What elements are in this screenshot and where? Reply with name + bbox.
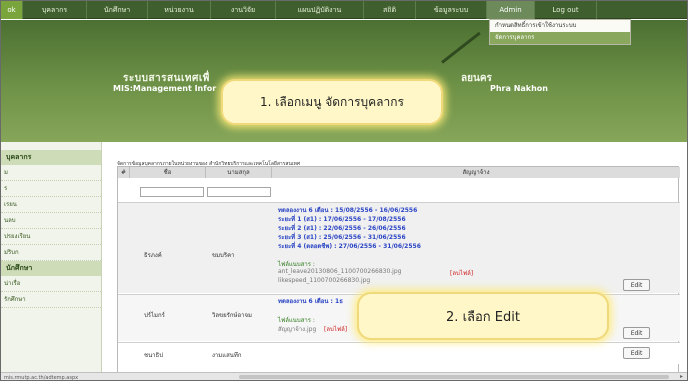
column-header-lastname: นามสกุล <box>206 167 272 178</box>
attachment-file-link[interactable]: ant_leave20130806_1100700266830.jpg <box>278 268 401 275</box>
sidebar-item[interactable]: เรยน <box>1 197 101 213</box>
attachment-file-link[interactable]: likespeed_1100700266830.jpg <box>278 277 370 284</box>
row-firstname: ปร์ไมกร์ <box>144 312 165 319</box>
nav-system-info[interactable]: ข้อมูลระบบ <box>416 1 487 19</box>
column-header-index: # <box>118 167 130 178</box>
delete-file-link[interactable]: [ลบไฟล์] <box>324 324 347 334</box>
row-lastname: วิลขยรักษ์อาจม <box>212 312 252 319</box>
banner-subtitle-right: Phra Nakhon <box>490 84 548 93</box>
step1-callout: 1. เลือกเมนู จัดการบุคลากร <box>221 79 443 125</box>
browser-window: ok บุคลากร นักศึกษา หน่วยงาน งานวิจัย แผ… <box>0 0 688 381</box>
column-header-firstname: ชื่อ <box>130 167 206 178</box>
row-lastname: ขมบริคา <box>212 252 235 259</box>
row-firstname: ชนาธิป <box>144 352 164 359</box>
menu-item-manage-personnel[interactable]: จัดการบุคลากร <box>490 32 630 44</box>
admin-dropdown-menu: กำหนดสิทธิ์การเข้าใช้งานระบบ จัดการบุคลา… <box>489 19 631 45</box>
scroll-right-icon[interactable]: ▸ <box>680 373 683 380</box>
table-row <box>118 342 680 364</box>
edit-button[interactable]: Edit <box>623 327 650 339</box>
top-nav-bar: ok บุคลากร นักศึกษา หน่วยงาน งานวิจัย แผ… <box>1 1 687 19</box>
filter-lastname-input[interactable] <box>207 187 271 197</box>
menu-item-access-rights[interactable]: กำหนดสิทธิ์การเข้าใช้งานระบบ <box>490 20 630 32</box>
nav-statistics[interactable]: สถิติ <box>364 1 416 19</box>
contract-line: ทดลองงาน 6 เดือน : 1ธ <box>278 298 343 305</box>
sidebar-heading-students: นักศึกษา <box>1 261 101 276</box>
sidebar-item[interactable]: นลบ <box>1 213 101 229</box>
horizontal-scrollbar[interactable] <box>239 375 669 379</box>
nav-departments[interactable]: หน่วยงาน <box>148 1 211 19</box>
nav-students[interactable]: นักศึกษา <box>87 1 148 19</box>
nav-home[interactable]: ok <box>1 1 23 19</box>
column-header-contract: สัญญาจ้าง <box>272 167 680 178</box>
filter-firstname-input[interactable] <box>140 187 204 197</box>
sidebar-heading-personnel: บุคลากร <box>1 150 101 165</box>
edit-button[interactable]: Edit <box>623 279 650 291</box>
edit-button[interactable]: Edit <box>623 347 650 359</box>
sidebar-item[interactable]: น่าเรื่อ <box>1 276 101 292</box>
banner-subtitle: MIS:Management Infor <box>113 84 217 93</box>
attachment-file-link[interactable]: สัญญาจ้าง.jpg <box>278 324 316 334</box>
sidebar: บุคลากร ม ร เรยน นลบ ปรยงเรียน ม่ริบก นั… <box>1 142 102 372</box>
delete-file-link[interactable]: [ลบไฟล์] <box>450 268 473 278</box>
sidebar-item[interactable]: รักศึกษา <box>1 292 101 308</box>
nav-workplan[interactable]: แผนปฏิบัติงาน <box>276 1 364 19</box>
sidebar-item[interactable]: ปรยงเรียน <box>1 229 101 245</box>
nav-logout[interactable]: Log out <box>535 1 597 19</box>
personnel-table: # ชื่อ นามสกุล สัญญาจ้าง ธิรภงค์ ขมบริคา… <box>117 166 680 374</box>
contract-line: ระยะที่ 4 (ตลอดชีพ) : 27/06/2556 - 31/06… <box>278 243 421 250</box>
sidebar-item[interactable]: ม <box>1 165 101 181</box>
nav-research[interactable]: งานวิจัย <box>211 1 276 19</box>
nav-personnel[interactable]: บุคลากร <box>23 1 87 19</box>
sidebar-item[interactable]: ร <box>1 181 101 197</box>
row-lastname: งามแสนทึก <box>212 352 242 359</box>
nav-admin[interactable]: Admin <box>487 1 535 19</box>
sidebar-item[interactable]: ม่ริบก <box>1 245 101 261</box>
row-firstname: ธิรภงค์ <box>144 252 162 259</box>
step2-callout: 2. เลือก Edit <box>357 292 609 340</box>
banner-title-right: ลยนคร <box>461 73 492 84</box>
